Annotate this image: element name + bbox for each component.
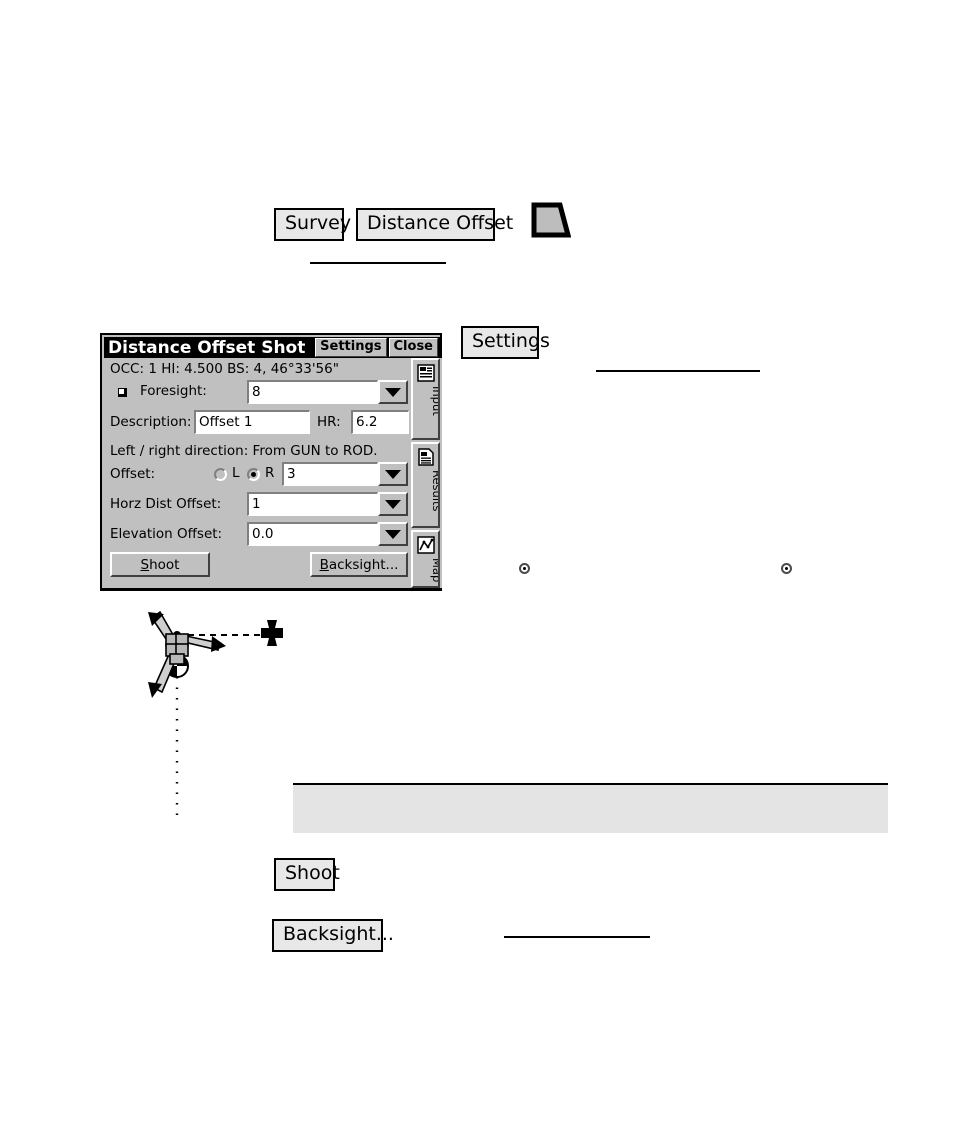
distance-offset-menu-key[interactable]: Distance Offset bbox=[356, 208, 513, 241]
offset-left-label: L bbox=[232, 465, 240, 481]
titlebar-settings-button[interactable]: Settings bbox=[315, 338, 387, 357]
backsight-button[interactable]: Backsight... bbox=[310, 552, 408, 577]
backsight-accel-letter: B bbox=[319, 556, 329, 573]
chevron-down-icon bbox=[385, 387, 401, 397]
tab-map[interactable]: Map bbox=[411, 530, 440, 588]
tripod-total-station-icon bbox=[148, 610, 226, 698]
hr-label: HR: bbox=[317, 414, 341, 430]
elevation-offset-input[interactable]: 0.0 bbox=[247, 522, 378, 546]
dialog-tabstrip: Input Results Map bbox=[409, 358, 442, 588]
chevron-down-icon bbox=[385, 469, 401, 479]
shoot-accel-letter: S bbox=[140, 556, 150, 573]
offset-label: Offset: bbox=[110, 466, 156, 482]
backsight-key[interactable]: Backsight... bbox=[272, 919, 394, 952]
map-icon bbox=[417, 536, 435, 554]
foresight-label: Foresight: bbox=[140, 383, 207, 399]
results-document-icon bbox=[417, 448, 435, 466]
elevation-offset-dropdown-button[interactable] bbox=[378, 522, 408, 546]
description-input[interactable]: Offset 1 bbox=[194, 410, 310, 434]
direction-note: Left / right direction: From GUN to ROD. bbox=[110, 443, 378, 459]
tab-input[interactable]: Input bbox=[411, 358, 440, 440]
offset-left-radio[interactable] bbox=[214, 468, 227, 481]
foresight-input[interactable]: 8 bbox=[247, 380, 378, 404]
shoot-button-rest: hoot bbox=[149, 556, 180, 573]
dialog-client-area: OCC: 1 HI: 4.500 BS: 4, 46°33'56" Foresi… bbox=[104, 358, 409, 588]
survey-menu-key[interactable]: Survey bbox=[274, 208, 351, 241]
hr-input[interactable]: 6.2 bbox=[351, 410, 409, 434]
prose-underline-1 bbox=[310, 262, 446, 264]
horz-dist-offset-label: Horz Dist Offset: bbox=[110, 496, 222, 512]
tab-results-label: Results bbox=[430, 470, 440, 512]
inline-radio-marker-right bbox=[781, 563, 792, 574]
occupation-status-line: OCC: 1 HI: 4.500 BS: 4, 46°33'56" bbox=[110, 361, 339, 377]
offset-dropdown-button[interactable] bbox=[378, 462, 408, 486]
settings-key[interactable]: Settings bbox=[461, 326, 550, 359]
trapezoid-icon bbox=[531, 202, 572, 242]
distance-offset-shot-dialog: Distance Offset Shot Settings Close OCC:… bbox=[100, 333, 442, 591]
backsight-button-rest: acksight... bbox=[328, 556, 399, 573]
foresight-dropdown-button[interactable] bbox=[378, 380, 408, 404]
foresight-bullet-icon bbox=[118, 388, 127, 397]
tab-input-label: Input bbox=[430, 386, 440, 416]
input-form-icon bbox=[417, 364, 435, 382]
chevron-down-icon bbox=[385, 529, 401, 539]
shoot-button[interactable]: Shoot bbox=[110, 552, 210, 577]
dialog-title: Distance Offset Shot bbox=[108, 337, 306, 358]
tab-results[interactable]: Results bbox=[411, 442, 440, 528]
tab-map-label: Map bbox=[430, 558, 440, 583]
offset-right-label: R bbox=[265, 465, 275, 481]
prose-underline-3 bbox=[504, 936, 650, 938]
titlebar-close-button[interactable]: Close bbox=[388, 338, 438, 357]
elevation-offset-label: Elevation Offset: bbox=[110, 526, 223, 542]
cross-target-icon bbox=[261, 620, 283, 646]
dialog-titlebar: Distance Offset Shot Settings Close bbox=[104, 337, 440, 358]
offset-right-radio[interactable] bbox=[247, 468, 260, 481]
horz-dist-offset-dropdown-button[interactable] bbox=[378, 492, 408, 516]
description-label: Description: bbox=[110, 414, 192, 430]
prose-underline-2 bbox=[596, 370, 760, 372]
inline-radio-marker-left bbox=[519, 563, 530, 574]
horz-dist-offset-input[interactable]: 1 bbox=[247, 492, 378, 516]
note-callout-box bbox=[293, 783, 888, 833]
offset-input[interactable]: 3 bbox=[282, 462, 378, 486]
chevron-down-icon bbox=[385, 499, 401, 509]
shoot-key[interactable]: Shoot bbox=[274, 858, 340, 891]
distance-offset-diagram bbox=[140, 610, 340, 874]
